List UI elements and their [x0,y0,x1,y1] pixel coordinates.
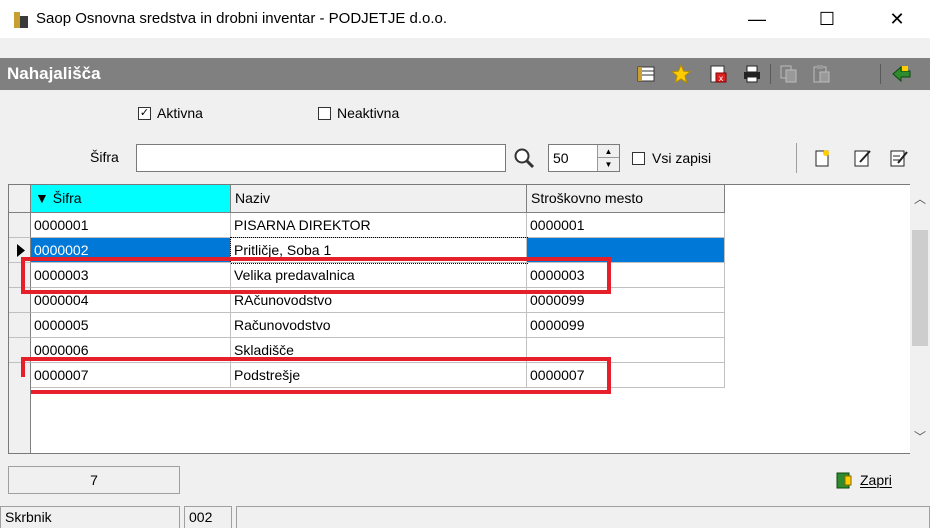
copy-icon [780,65,797,83]
window-titlebar: Saop Osnovna sredstva in drobni inventar… [0,0,930,38]
search-label: Šifra [90,149,119,165]
cell-strosek[interactable]: 0000099 [527,313,725,338]
inactive-checkbox[interactable] [318,107,331,120]
favorite-star-icon[interactable] [671,64,691,84]
status-code: 002 [184,506,232,528]
column-header-sifra[interactable]: ▼ Šifra [31,185,231,213]
close-door-icon [836,472,852,489]
caption-title: Nahajališča [7,64,101,83]
active-checkbox[interactable]: ✓ [138,107,151,120]
status-message [236,506,930,528]
toolbar-separator [770,64,771,84]
table-row[interactable]: 0000005 Računovodstvo 0000099 [9,313,729,338]
minimize-button[interactable]: — [734,0,780,38]
row-indicator-header [9,185,31,213]
close-button[interactable]: Zapri [834,466,924,494]
search-icon[interactable] [512,146,536,170]
close-window-button[interactable]: ✕ [874,0,920,38]
status-bar: Skrbnik 002 [0,504,930,528]
maximize-button[interactable]: ☐ [804,0,850,38]
cell-naziv[interactable]: Računovodstvo [231,313,527,338]
scroll-up-arrow[interactable]: ︿ [910,190,930,210]
cell-sifra[interactable]: 0000001 [31,213,231,238]
cell-strosek[interactable]: 0000001 [527,213,725,238]
scrollbar-thumb[interactable] [912,230,928,346]
all-records-checkbox[interactable] [632,152,645,165]
grid-settings-icon[interactable] [636,64,656,84]
locations-table: ▼ Šifra Naziv Stroškovno mesto 0000001 PI… [8,184,930,454]
table-row[interactable]: 0000001 PISARNA DIREKTOR 0000001 [9,213,729,238]
active-label: Aktivna [157,105,203,121]
row-indicator[interactable] [9,213,31,238]
record-limit-stepper[interactable]: 50 ▲ ▼ [548,144,620,172]
record-limit-value: 50 [553,150,569,166]
new-record-icon[interactable] [812,148,832,168]
stepper-up-button[interactable]: ▲ [598,145,619,158]
row-highlight-box [21,257,611,294]
export-document-icon[interactable]: x [708,64,728,84]
column-header-naziv[interactable]: Naziv [231,185,527,213]
row-highlight-box [21,357,611,394]
all-records-label: Vsi zapisi [652,150,712,166]
caption-bar: Nahajališča x [0,58,930,90]
paste-icon [813,65,830,83]
close-button-label: Zapri [860,472,892,488]
search-input[interactable] [136,144,506,172]
exit-icon[interactable] [892,64,912,84]
toolbar-separator [796,143,797,173]
edit-list-icon[interactable] [888,148,908,168]
row-indicator[interactable] [9,313,31,338]
cell-naziv[interactable]: PISARNA DIREKTOR [231,213,527,238]
app-icon [14,12,28,28]
cell-sifra[interactable]: 0000005 [31,313,231,338]
svg-text:x: x [719,74,724,83]
row-indicator-column [9,377,31,453]
scroll-down-arrow[interactable]: ﹀ [910,428,930,448]
window-title: Saop Osnovna sredstva in drobni inventar… [36,10,448,27]
stepper-down-button[interactable]: ▼ [598,158,619,171]
toolbar-separator [880,64,881,84]
record-count: 7 [8,466,180,494]
vertical-scrollbar[interactable]: ︿ ﹀ [910,184,930,454]
inactive-label: Neaktivna [337,105,400,121]
status-user: Skrbnik [0,506,180,528]
edit-record-icon[interactable] [852,148,872,168]
column-header-strosek[interactable]: Stroškovno mesto [527,185,725,213]
print-icon[interactable] [742,64,762,84]
